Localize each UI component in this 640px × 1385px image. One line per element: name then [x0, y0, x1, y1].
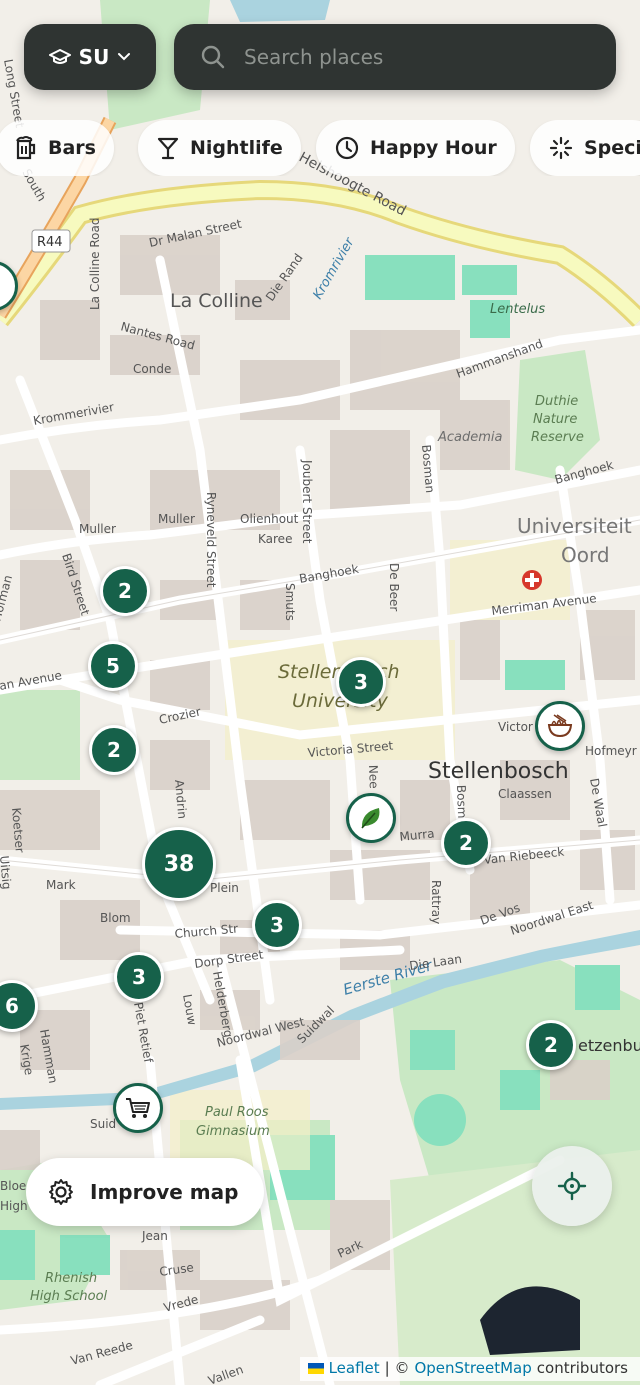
chip-specials[interactable]: Speci: [530, 120, 640, 176]
search-bar[interactable]: [174, 24, 616, 90]
svg-text:Suid: Suid: [90, 1117, 116, 1131]
locate-me-button[interactable]: [532, 1146, 612, 1226]
svg-text:Claassen: Claassen: [498, 787, 552, 801]
label-academia: Academia: [437, 430, 503, 445]
label-universiteit-2: Oord: [561, 543, 610, 567]
cluster-marker[interactable]: 3: [336, 657, 386, 707]
osm-link[interactable]: OpenStreetMap: [414, 1359, 531, 1377]
chip-nightlife-label: Nightlife: [190, 137, 283, 159]
svg-text:Muller: Muller: [158, 512, 195, 526]
improve-map-button[interactable]: Improve map: [26, 1158, 264, 1226]
svg-text:Olienhout: Olienhout: [240, 512, 299, 526]
cluster-marker[interactable]: 2: [441, 818, 491, 868]
svg-text:Blom: Blom: [100, 911, 131, 925]
chip-bars[interactable]: Bars: [0, 120, 114, 176]
chip-specials-label: Speci: [584, 137, 640, 159]
svg-text:Conde: Conde: [133, 362, 171, 376]
svg-text:Bloe: Bloe: [0, 1179, 26, 1193]
cluster-marker[interactable]: 2: [100, 566, 150, 616]
chip-bars-label: Bars: [48, 137, 96, 159]
herb-leaf-icon: [361, 808, 380, 829]
campus-label: SU: [78, 45, 110, 69]
svg-text:Joubert Street: Joubert Street: [300, 459, 314, 544]
cluster-marker[interactable]: 2: [89, 725, 139, 775]
gear-icon: [49, 1179, 73, 1205]
label-paul-roos-2: Gimnasium: [196, 1124, 270, 1139]
label-duthie-2: Nature: [533, 412, 577, 427]
label-town: Stellenbosch: [428, 759, 569, 784]
search-icon: [201, 45, 225, 69]
clock-icon: [335, 136, 359, 160]
improve-map-label: Improve map: [90, 1180, 239, 1204]
chip-nightlife[interactable]: Nightlife: [138, 120, 301, 176]
svg-text:Plein: Plein: [210, 881, 239, 895]
svg-text:Victor: Victor: [498, 720, 533, 734]
cocktail-glass-icon: [157, 137, 179, 160]
top-bar: SU: [24, 24, 616, 90]
chip-happy-hour[interactable]: Happy Hour: [316, 120, 515, 176]
svg-text:Rattray: Rattray: [429, 880, 443, 924]
chip-happy-hour-label: Happy Hour: [370, 137, 497, 159]
svg-text:Mark: Mark: [46, 878, 76, 892]
poi-marker-vegetarian[interactable]: [346, 793, 396, 843]
sparkle-icon: [549, 136, 573, 160]
category-chips: Bars Nightlife Happy Hour Speci: [0, 120, 640, 176]
ukraine-flag-icon: [307, 1362, 324, 1374]
svg-text:Ryneveld Street: Ryneveld Street: [204, 492, 218, 588]
crosshair-icon: [557, 1171, 587, 1201]
map-attribution: Leaflet | © OpenStreetMap contributors: [299, 1357, 640, 1381]
label-lentelus: Lentelus: [490, 302, 545, 317]
label-la-colline: La Colline: [170, 290, 263, 312]
cluster-marker[interactable]: 38: [142, 827, 216, 901]
beer-mug-icon: [16, 136, 36, 160]
restaurant-icon: [0, 272, 7, 300]
label-duthie-3: Reserve: [531, 430, 584, 445]
label-duthie-1: Duthie: [535, 394, 578, 409]
cluster-marker[interactable]: 3: [252, 900, 302, 950]
svg-text:Bosm: Bosm: [454, 785, 469, 819]
svg-text:High: High: [0, 1199, 28, 1213]
svg-text:Karee: Karee: [258, 532, 292, 546]
cluster-marker[interactable]: 2: [526, 1020, 576, 1070]
svg-text:Jean: Jean: [141, 1229, 168, 1243]
graduation-cap-icon: [48, 49, 71, 64]
attribution-separator: | ©: [384, 1359, 410, 1377]
label-r44: R44: [37, 235, 63, 250]
svg-text:Smuts: Smuts: [283, 583, 297, 621]
leaflet-link[interactable]: Leaflet: [329, 1359, 380, 1377]
label-rhenish-1: Rhenish: [45, 1271, 97, 1286]
svg-text:Nee: Nee: [366, 765, 381, 789]
poi-marker-noodles[interactable]: [535, 701, 585, 751]
shopping-cart-icon: [126, 1098, 150, 1118]
search-input[interactable]: [242, 44, 566, 70]
svg-text:De Beer: De Beer: [387, 563, 401, 611]
label-rhenish-2: High School: [30, 1289, 108, 1304]
noodle-bowl-icon: [547, 714, 573, 738]
chevron-down-icon: [118, 53, 131, 61]
svg-text:Muller: Muller: [79, 522, 116, 536]
label-paul-roos-1: Paul Roos: [205, 1105, 269, 1120]
poi-marker-grocery[interactable]: [113, 1083, 163, 1133]
attribution-contributors: contributors: [536, 1359, 628, 1377]
hospital-icon: [522, 570, 542, 590]
svg-text:Hofmeyr: Hofmeyr: [585, 744, 637, 758]
cluster-marker[interactable]: 5: [88, 641, 138, 691]
cluster-marker[interactable]: 3: [114, 952, 164, 1002]
svg-text:La Colline Road: La Colline Road: [88, 218, 102, 311]
label-universiteit-1: Universiteit: [517, 514, 632, 538]
svg-text:Uitsig: Uitsig: [0, 855, 14, 890]
campus-selector-button[interactable]: SU: [24, 24, 156, 90]
svg-text:etzenbur: etzenbur: [578, 1036, 640, 1055]
